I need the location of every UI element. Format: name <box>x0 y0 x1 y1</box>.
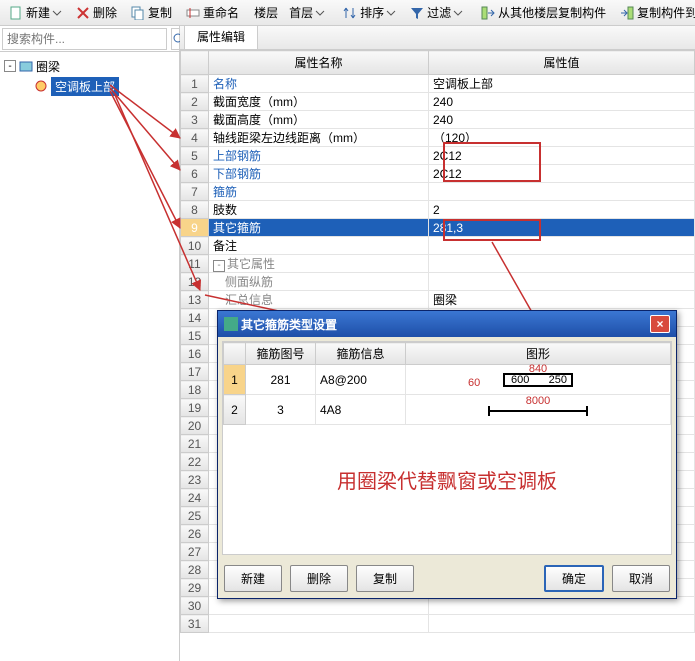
close-button[interactable]: × <box>650 315 670 333</box>
tab-property-edit[interactable]: 属性编辑 <box>184 26 258 49</box>
sort-icon <box>343 6 357 20</box>
dlg-new-button[interactable]: 新建 <box>224 565 282 592</box>
copy-button[interactable]: 复制 <box>124 2 179 24</box>
col-stirrup-info: 箍筋信息 <box>316 343 406 365</box>
copy-from-icon <box>481 6 495 20</box>
property-row[interactable]: 7箍筋 <box>181 183 695 201</box>
app-icon <box>224 317 238 331</box>
property-row[interactable]: 4轴线距梁左边线距离（mm）（120） <box>181 129 695 147</box>
search-input[interactable] <box>2 28 167 50</box>
property-row[interactable]: 30 <box>181 597 695 615</box>
shape-preview: 8000 <box>406 395 671 425</box>
chevron-down-icon <box>386 8 396 18</box>
dialog-title: 其它箍筋类型设置 <box>241 316 337 333</box>
col-stirrup-num: 箍筋图号 <box>246 343 316 365</box>
property-row[interactable]: 10备注 <box>181 237 695 255</box>
component-tree: - 圈梁 空调板上部 <box>0 52 179 661</box>
chevron-down-icon <box>453 8 463 18</box>
main-toolbar: 新建 删除 复制 重命名 楼层 首层 排序 过滤 从其他楼层复制构件 复制构件到… <box>0 0 695 26</box>
stirrup-row[interactable]: 1 281 A8@200 840 60 600 250 <box>224 365 671 395</box>
dlg-cancel-button[interactable]: 取消 <box>612 565 670 592</box>
col-shape: 图形 <box>406 343 671 365</box>
dlg-ok-button[interactable]: 确定 <box>544 565 604 592</box>
rename-icon <box>186 6 200 20</box>
new-button[interactable]: 新建 <box>2 2 69 24</box>
rename-button[interactable]: 重命名 <box>179 2 246 24</box>
left-panel: - 圈梁 空调板上部 <box>0 26 180 661</box>
floor-label: 楼层 <box>250 4 282 21</box>
folder-icon <box>19 59 33 73</box>
collapse-icon[interactable]: - <box>4 60 16 72</box>
property-row[interactable]: 8肢数2 <box>181 201 695 219</box>
property-row[interactable]: 5上部钢筋2C12 <box>181 147 695 165</box>
property-row[interactable]: 6下部钢筋2C12 <box>181 165 695 183</box>
item-icon <box>34 79 48 93</box>
property-row[interactable]: 2截面宽度（mm）240 <box>181 93 695 111</box>
copy-icon <box>131 6 145 20</box>
property-row[interactable]: 12 侧面纵筋 <box>181 273 695 291</box>
property-row[interactable]: 13 汇总信息圈梁 <box>181 291 695 309</box>
dialog-buttons: 新建 删除 复制 确定 取消 <box>218 559 676 598</box>
dlg-copy-button[interactable]: 复制 <box>356 565 414 592</box>
annotation-note: 用圈梁代替飘窗或空调板 <box>223 425 671 554</box>
col-value: 属性值 <box>429 51 695 75</box>
dlg-delete-button[interactable]: 删除 <box>290 565 348 592</box>
chevron-down-icon <box>315 8 325 18</box>
col-rownum <box>181 51 209 75</box>
delete-icon <box>76 6 90 20</box>
copy-from-floor-button[interactable]: 从其他楼层复制构件 <box>474 2 613 24</box>
other-stirrup-dialog: 其它箍筋类型设置 × 箍筋图号 箍筋信息 图形 1 281 A8@200 840… <box>217 310 677 599</box>
property-row[interactable]: 31 <box>181 615 695 633</box>
property-row[interactable]: 3截面高度（mm）240 <box>181 111 695 129</box>
col-name: 属性名称 <box>209 51 429 75</box>
filter-button[interactable]: 过滤 <box>403 2 470 24</box>
dialog-titlebar[interactable]: 其它箍筋类型设置 × <box>218 311 676 337</box>
tree-child[interactable]: 空调板上部 <box>4 76 175 96</box>
property-row[interactable]: 9其它箍筋281,3 <box>181 219 695 237</box>
new-icon <box>9 6 23 20</box>
copy-to-icon <box>620 6 634 20</box>
floor-select[interactable]: 首层 <box>282 2 332 24</box>
delete-button[interactable]: 删除 <box>69 2 124 24</box>
sort-button[interactable]: 排序 <box>336 2 403 24</box>
tree-root[interactable]: - 圈梁 <box>4 56 175 76</box>
property-row[interactable]: 11-其它属性 <box>181 255 695 273</box>
dialog-grid: 箍筋图号 箍筋信息 图形 1 281 A8@200 840 60 600 250 <box>222 341 672 555</box>
chevron-down-icon <box>52 8 62 18</box>
filter-icon <box>410 6 424 20</box>
copy-to-floor-button[interactable]: 复制构件到其他 <box>613 2 695 24</box>
shape-preview: 840 60 600 250 <box>406 365 671 395</box>
property-row[interactable]: 1名称空调板上部 <box>181 75 695 93</box>
stirrup-row[interactable]: 2 3 4A8 8000 <box>224 395 671 425</box>
